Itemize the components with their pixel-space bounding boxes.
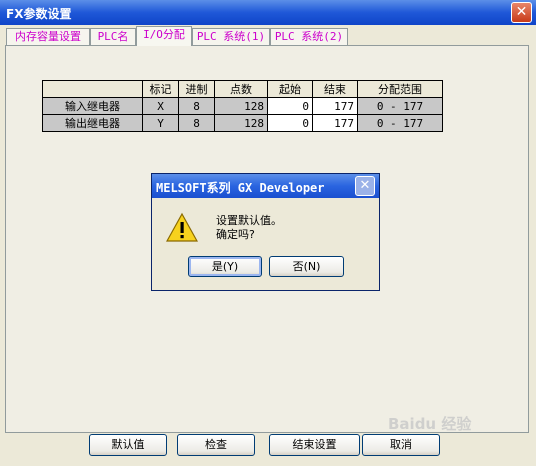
end-settings-button[interactable]: 结束设置: [269, 434, 360, 456]
row-mark: Y: [142, 114, 179, 132]
row-points: 128: [214, 114, 268, 132]
row-mark: X: [142, 97, 179, 115]
header-mark: 标记: [142, 80, 179, 98]
row-base: 8: [178, 97, 215, 115]
confirm-dialog: MELSOFT系列 GX Developer ✕ 设置默认值。 确定吗? 是(Y…: [151, 173, 380, 291]
no-button[interactable]: 否(N): [269, 256, 344, 277]
row-end-input[interactable]: 177: [312, 97, 358, 115]
row-start-input[interactable]: 0: [267, 114, 313, 132]
dialog-title: MELSOFT系列 GX Developer: [156, 181, 325, 195]
header-base: 进制: [178, 80, 215, 98]
dialog-close-button[interactable]: ✕: [355, 176, 375, 196]
row-start-input[interactable]: 0: [267, 97, 313, 115]
tab-memory-capacity[interactable]: 内存容量设置: [6, 28, 90, 45]
row-range: 0 - 177: [357, 97, 443, 115]
row-name: 输出继电器: [42, 114, 143, 132]
yes-button[interactable]: 是(Y): [188, 256, 262, 277]
row-name: 输入继电器: [42, 97, 143, 115]
window-close-button[interactable]: ✕: [511, 2, 532, 23]
baidu-watermark: Baidu 经验: [388, 415, 472, 433]
header-start: 起始: [267, 80, 313, 98]
row-points: 128: [214, 97, 268, 115]
row-end-input[interactable]: 177: [312, 114, 358, 132]
warning-icon: [166, 212, 198, 242]
tab-plc-system-2[interactable]: PLC 系统(2): [270, 28, 348, 45]
header-corner: [42, 80, 143, 98]
default-values-button[interactable]: 默认值: [89, 434, 167, 456]
io-assignment-table: 标记 进制 点数 起始 结束 分配范围 输入继电器 X 8 128 0 177 …: [42, 80, 443, 132]
table-header-row: 标记 进制 点数 起始 结束 分配范围: [42, 80, 443, 98]
tab-io-assignment[interactable]: I/O分配: [136, 26, 192, 46]
window-titlebar: FX参数设置 ✕: [0, 0, 536, 25]
row-range: 0 - 177: [357, 114, 443, 132]
header-points: 点数: [214, 80, 268, 98]
dialog-message-line2: 确定吗?: [216, 228, 255, 241]
window-title: FX参数设置: [6, 7, 72, 21]
cancel-button[interactable]: 取消: [362, 434, 440, 456]
check-button[interactable]: 检查: [177, 434, 255, 456]
dialog-titlebar: MELSOFT系列 GX Developer ✕: [152, 174, 379, 198]
header-end: 结束: [312, 80, 358, 98]
table-row: 输入继电器 X 8 128 0 177 0 - 177: [42, 97, 443, 115]
tab-plc-name[interactable]: PLC名: [90, 28, 136, 45]
header-range: 分配范围: [357, 80, 443, 98]
table-row: 输出继电器 Y 8 128 0 177 0 - 177: [42, 114, 443, 132]
tab-plc-system-1[interactable]: PLC 系统(1): [192, 28, 270, 45]
row-base: 8: [178, 114, 215, 132]
